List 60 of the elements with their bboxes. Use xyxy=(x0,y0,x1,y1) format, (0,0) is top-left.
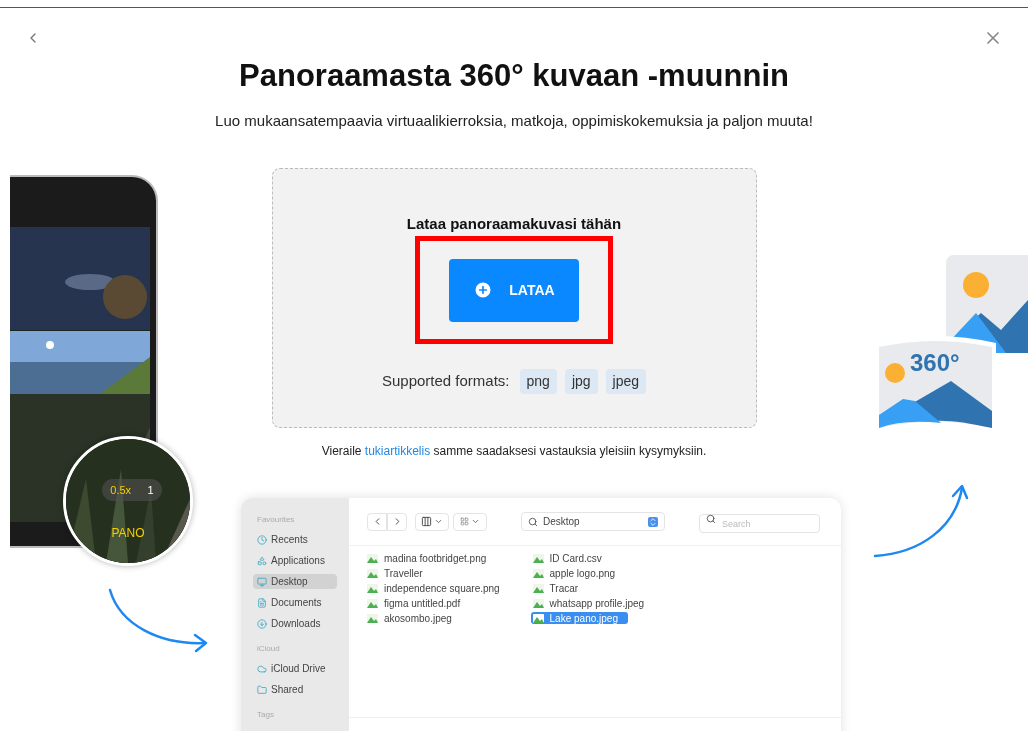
file-item[interactable]: akosombo.jpeg xyxy=(365,612,454,624)
search-icon xyxy=(706,514,716,524)
sidebar-item[interactable]: Downloads xyxy=(253,616,337,631)
document-icon xyxy=(257,597,267,608)
image-file-icon xyxy=(532,598,544,608)
help-text: Vieraile tukiartikkelis samme saadaksesi vastauksia yleisiin kysymyksiin. xyxy=(321,442,707,460)
caret-icon xyxy=(471,517,480,526)
image-file-icon xyxy=(367,553,378,563)
upload-dropzone[interactable]: Lataa panoraamakuvasi tähän LATAA Supported formats: png jpg jpeg xyxy=(271,167,757,428)
location-field[interactable]: Desktop xyxy=(521,512,665,531)
file-item[interactable]: ID Card.csv xyxy=(530,552,604,564)
cloud-icon xyxy=(257,663,267,674)
support-link[interactable]: tukiartikkelis xyxy=(364,443,431,458)
monitor-icon xyxy=(257,576,267,587)
view-columns-button[interactable] xyxy=(415,512,449,531)
image-icon xyxy=(946,255,1028,353)
sidebar-item[interactable]: Shared xyxy=(253,682,337,697)
upload-heading: Lataa panoraamakuvasi tähän xyxy=(406,213,622,234)
card-label: 360° xyxy=(910,351,960,375)
formats-label: Supported formats: xyxy=(381,371,510,392)
stepper-icon xyxy=(648,516,658,527)
upload-button[interactable]: LATAA xyxy=(449,258,579,322)
forward-button[interactable] xyxy=(387,512,407,531)
file-item[interactable]: apple logo.png xyxy=(530,567,618,579)
folder-icon xyxy=(257,684,267,695)
plus-icon xyxy=(473,280,494,300)
camera-mode-label: PANO xyxy=(110,525,146,542)
columns-icon xyxy=(421,516,432,527)
sidebar-item[interactable]: Applications xyxy=(253,553,337,568)
back-button[interactable] xyxy=(367,512,387,531)
sidebar-item[interactable]: Documents xyxy=(253,595,337,610)
shapes-icon xyxy=(257,555,267,566)
sidebar-item[interactable]: Desktop xyxy=(253,574,337,589)
grid-icon xyxy=(460,517,469,526)
sidebar-item[interactable]: iCloud Drive xyxy=(253,661,337,676)
file-item[interactable]: independence square.png xyxy=(365,582,502,594)
image-file-icon xyxy=(367,613,378,623)
page-title: Panoraamasta 360° kuvaan -muunnin xyxy=(239,60,789,91)
search-icon xyxy=(528,516,538,527)
image-file-icon xyxy=(367,583,378,593)
search-field[interactable]: Search xyxy=(699,514,820,533)
subtitle: Luo mukaansatempaavia virtuaalikierroksia, matkoja, oppimiskokemuksia ja paljon muuta! xyxy=(215,111,813,131)
download-icon xyxy=(257,618,267,629)
file-item[interactable]: whatsapp profile.jpeg xyxy=(530,597,647,609)
format-tag: jpeg xyxy=(605,369,647,394)
image-file-icon xyxy=(532,613,544,623)
image-file-icon xyxy=(532,568,544,578)
image-file-icon xyxy=(367,568,378,578)
image-file-icon xyxy=(532,553,544,563)
file-item[interactable]: madina footbridget.png xyxy=(365,552,489,564)
file-item[interactable]: figma untitled.pdf xyxy=(365,597,463,609)
file-item[interactable]: Tracar xyxy=(530,582,581,594)
format-tag: jpg xyxy=(564,369,598,394)
file-item[interactable]: Traveller xyxy=(365,567,425,579)
caret-icon xyxy=(434,517,443,526)
image-file-icon xyxy=(367,598,378,608)
clock-icon xyxy=(257,534,267,545)
image-file-icon xyxy=(532,583,544,593)
format-tag: png xyxy=(519,369,557,394)
sidebar-item[interactable]: Recents xyxy=(253,532,337,547)
